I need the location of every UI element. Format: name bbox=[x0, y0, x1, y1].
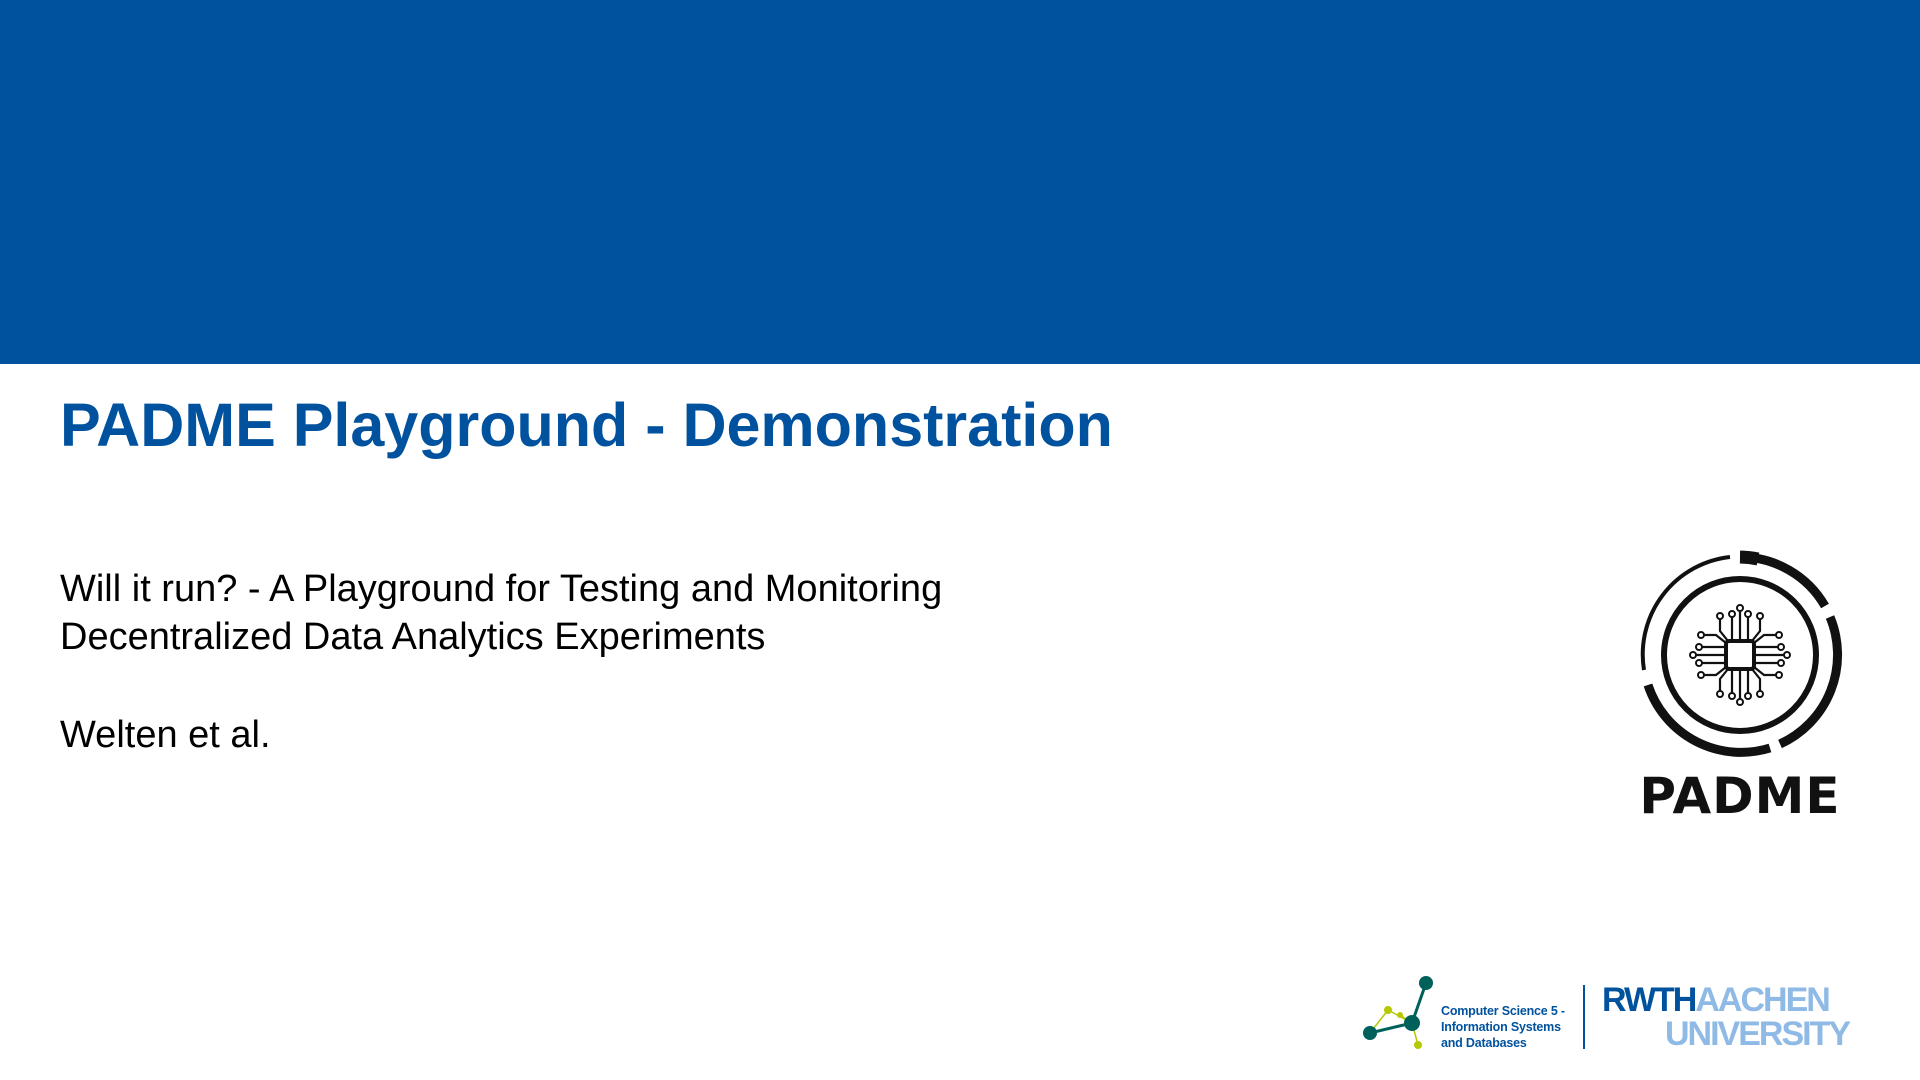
cs5-label: Computer Science 5 - Information Systems… bbox=[1441, 1003, 1565, 1051]
rwth-logo: RWTHAACHEN UNIVERSITY bbox=[1602, 983, 1852, 1053]
subtitle-line: Decentralized Data Analytics Experiments bbox=[60, 616, 766, 658]
padme-wordmark: PADME bbox=[1639, 767, 1841, 825]
network-graph-icon bbox=[1363, 976, 1433, 1049]
circuit-chip-icon bbox=[1640, 550, 1843, 757]
header-band bbox=[0, 0, 1920, 364]
slide-subtitle: Will it run? - A Playground for Testing … bbox=[60, 565, 942, 661]
cs5-line: and Databases bbox=[1441, 1036, 1527, 1050]
cs5-line: Computer Science 5 - bbox=[1441, 1004, 1565, 1018]
slide-title: PADME Playground - Demonstration bbox=[60, 391, 1113, 459]
padme-logo: PADME bbox=[1620, 545, 1860, 835]
rwth-logo-line2: UNIVERSITY bbox=[1665, 1015, 1851, 1053]
subtitle-line: Will it run? - A Playground for Testing … bbox=[60, 568, 943, 610]
slide-authors: Welten et al. bbox=[60, 714, 271, 756]
logo-divider bbox=[1583, 985, 1585, 1049]
rwth-logo-light: AACHEN bbox=[1695, 981, 1830, 1019]
slide: PADME Playground - Demonstration Will it… bbox=[0, 0, 1920, 1080]
cs5-line: Information Systems bbox=[1441, 1020, 1561, 1034]
footer-logos: Computer Science 5 - Information Systems… bbox=[1360, 975, 1860, 1055]
rwth-logo-strong: RWTH bbox=[1602, 981, 1697, 1019]
rwth-logo-line1: RWTHAACHEN bbox=[1602, 983, 1852, 1017]
